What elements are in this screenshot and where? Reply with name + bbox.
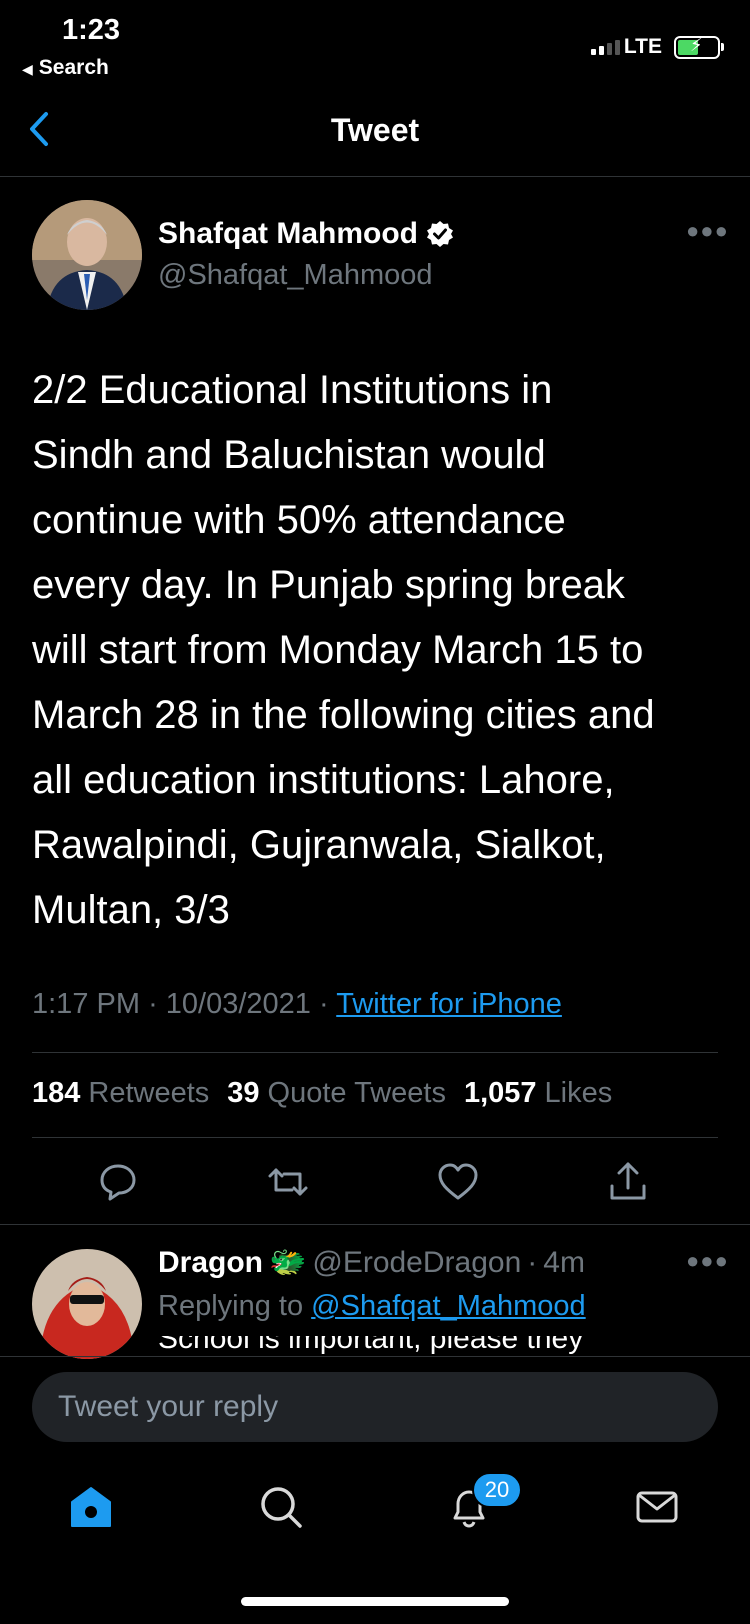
reply-age: 4m <box>543 1245 585 1279</box>
network-type: LTE <box>623 35 662 58</box>
reply-input[interactable] <box>32 1372 718 1442</box>
divider <box>32 1137 718 1138</box>
tab-messages[interactable] <box>634 1484 680 1530</box>
back-triangle-icon: ◀ <box>22 61 33 77</box>
tab-search[interactable] <box>258 1484 304 1530</box>
signal-icon <box>591 40 620 55</box>
more-icon: ●●● <box>686 1248 729 1273</box>
retweet-icon <box>268 1168 308 1196</box>
back-to-app-link[interactable]: ◀ Search <box>22 56 109 80</box>
quotes-stat[interactable]: 39 Quote Tweets <box>227 1077 446 1110</box>
reply-more-button[interactable]: ●●● <box>686 1248 729 1274</box>
meta-separator: · <box>319 988 329 1020</box>
likes-count: 1,057 <box>463 1077 537 1109</box>
author-handle[interactable]: @Shafqat_Mahmood <box>158 259 433 292</box>
reply-text-clipped: School is important, please they <box>158 1336 718 1354</box>
quotes-label: Quote Tweets <box>267 1077 446 1109</box>
tweet-source-link[interactable]: Twitter for iPhone <box>336 988 562 1020</box>
notifications-badge: 20 <box>472 1472 522 1508</box>
messages-icon <box>636 1491 678 1523</box>
reply-author-name[interactable]: Dragon <box>158 1246 263 1280</box>
more-button[interactable]: ●●● <box>686 218 729 244</box>
quotes-count: 39 <box>227 1077 260 1109</box>
like-icon <box>438 1163 478 1200</box>
author-avatar[interactable] <box>32 200 142 310</box>
retweets-label: Retweets <box>88 1077 210 1109</box>
replying-prefix: Replying to <box>158 1290 304 1322</box>
share-icon <box>610 1162 646 1200</box>
page-title: Tweet <box>330 112 420 148</box>
author-name-text: Shafqat Mahmood <box>158 217 418 250</box>
search-icon <box>261 1487 302 1528</box>
likes-label: Likes <box>544 1077 613 1109</box>
meta-separator: · <box>148 988 158 1020</box>
battery-icon: ⚡ <box>674 35 724 59</box>
reply-author-handle[interactable]: @ErodeDragon <box>312 1246 521 1280</box>
tab-home[interactable] <box>68 1484 114 1530</box>
reply-icon <box>100 1164 136 1201</box>
replying-to: Replying to @Shafqat_Mahmood <box>158 1290 586 1323</box>
tweet-meta: 1:17 PM · 10/03/2021 · Twitter for iPhon… <box>32 988 562 1021</box>
reply-header: Dragon 🐲 @ErodeDragon · 4m <box>158 1245 585 1280</box>
reply-separator: · <box>527 1245 538 1279</box>
more-icon: ●●● <box>686 218 729 243</box>
reply-button[interactable] <box>96 1160 140 1204</box>
share-button[interactable] <box>606 1160 650 1204</box>
tweet-time: 1:17 PM <box>32 988 140 1020</box>
tweet-text: 2/2 Educational Institutions in Sindh an… <box>32 368 655 932</box>
tweet-date: 10/03/2021 <box>165 988 311 1020</box>
like-button[interactable] <box>436 1160 480 1204</box>
author-name[interactable]: Shafqat Mahmood <box>158 217 454 251</box>
tweet-stats: 184 Retweets 39 Quote Tweets 1,057 Likes <box>32 1077 612 1110</box>
back-app-label: Search <box>38 56 109 79</box>
divider <box>32 1052 718 1053</box>
status-time: 1:23 <box>62 14 121 46</box>
retweets-stat[interactable]: 184 Retweets <box>32 1077 209 1110</box>
divider <box>0 1224 750 1225</box>
replying-to-link[interactable]: @Shafqat_Mahmood <box>311 1290 586 1322</box>
home-icon <box>71 1487 111 1527</box>
reply-avatar[interactable] <box>32 1249 142 1359</box>
likes-stat[interactable]: 1,057 Likes <box>464 1077 612 1110</box>
reply-text: School is important, please they <box>158 1336 584 1354</box>
reply-author-emoji: 🐲 <box>269 1246 307 1279</box>
retweets-count: 184 <box>32 1077 81 1109</box>
retweet-button[interactable] <box>266 1160 310 1204</box>
divider <box>0 1356 750 1357</box>
divider <box>0 176 750 177</box>
verified-icon <box>427 221 453 247</box>
home-indicator <box>241 1597 509 1606</box>
